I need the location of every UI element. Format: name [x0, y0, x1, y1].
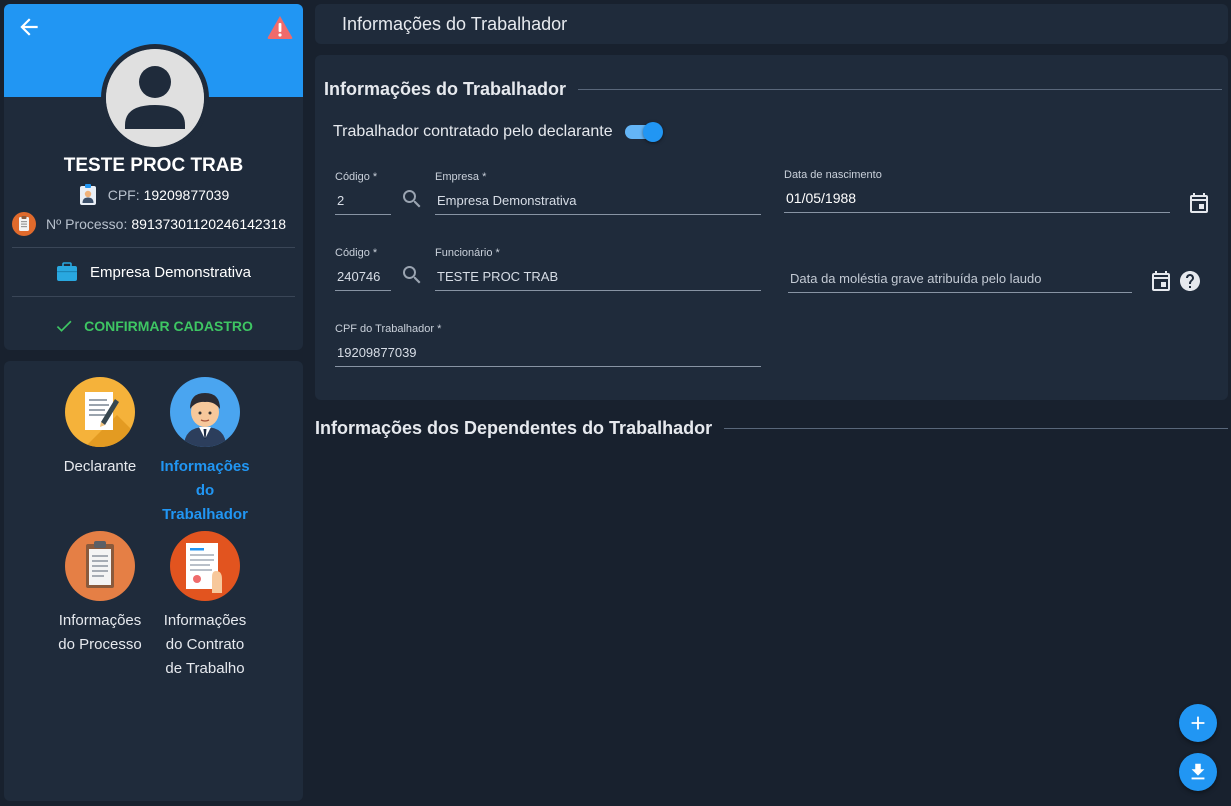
illness-date-picker-button[interactable] — [1149, 269, 1173, 293]
nav-label-processo-1: Informações — [58, 612, 142, 629]
clipboard-icon — [12, 212, 36, 236]
company-code-label: Código * — [335, 171, 378, 183]
company-search-button[interactable] — [400, 187, 424, 211]
nav-label-contrato-1: Informações — [163, 612, 247, 629]
download-icon — [1191, 763, 1205, 780]
help-button[interactable] — [1178, 269, 1202, 293]
process-icon — [65, 531, 135, 601]
download-button[interactable] — [1179, 753, 1217, 791]
cpf-label: CPF: — [107, 187, 140, 203]
employee-value: TESTE PROC TRAB — [437, 269, 559, 284]
hired-label: Trabalhador contratado pelo declarante — [333, 123, 613, 140]
worker-cpf-value: 19209877039 — [337, 345, 417, 360]
illness-date-field[interactable]: Data da moléstia grave atribuída pelo la… — [788, 265, 1132, 293]
worker-info-card: Informações do Trabalhador Trabalhador c… — [315, 55, 1228, 400]
employee-code-field[interactable]: Código * 240746 — [335, 247, 391, 291]
hired-toggle[interactable] — [624, 122, 663, 142]
birth-date-label: Data de nascimento — [784, 169, 882, 181]
company-code-value: 2 — [337, 193, 345, 208]
profile-process-row: Nº Processo: 89137301120246142318 — [4, 212, 303, 236]
company-field[interactable]: Empresa * Empresa Demonstrativa — [435, 171, 761, 215]
section-divider — [578, 89, 1222, 90]
confirm-registration-button[interactable]: CONFIRMAR CADASTRO — [4, 316, 303, 336]
birth-date-field[interactable]: Data de nascimento 01/05/1988 — [784, 169, 1170, 213]
birth-date-value: 01/05/1988 — [786, 190, 857, 206]
worker-cpf-field[interactable]: CPF do Trabalhador * 19209877039 — [335, 323, 761, 367]
employee-label: Funcionário * — [435, 247, 500, 259]
worker-icon — [170, 377, 240, 447]
employee-search-button[interactable] — [400, 263, 424, 287]
company-code-field[interactable]: Código * 2 — [335, 171, 391, 215]
company-name: Empresa Demonstrativa — [90, 263, 251, 281]
add-dependent-button[interactable] — [1179, 704, 1217, 742]
search-icon — [403, 190, 421, 208]
worker-cpf-label: CPF do Trabalhador * — [335, 323, 442, 335]
navigation-card: Declarante Informações do Trabalhador In… — [4, 361, 303, 801]
calendar-icon — [1152, 271, 1170, 291]
check-icon — [56, 320, 72, 332]
cpf-value: 19209877039 — [143, 187, 230, 203]
worker-section-title-text: Informações do Trabalhador — [324, 79, 567, 99]
arrow-left-icon — [20, 18, 38, 36]
nav-label-processo-2: do Processo — [58, 636, 142, 653]
nav-label-trabalhador-3: Trabalhador — [162, 506, 248, 523]
person-icon — [106, 49, 204, 147]
employee-code-value: 240746 — [337, 269, 381, 284]
profile-company-row: Empresa Demonstrativa — [4, 262, 303, 282]
birth-date-picker-button[interactable] — [1187, 191, 1211, 215]
profile-cpf-row: CPF: 19209877039 — [4, 184, 303, 206]
worker-section-title: Informações do Trabalhador — [324, 79, 1222, 100]
hired-toggle-row: Trabalhador contratado pelo declarante — [333, 122, 663, 142]
confirm-label: CONFIRMAR CADASTRO — [84, 318, 253, 334]
declarante-icon — [65, 377, 135, 447]
calendar-icon — [1190, 193, 1208, 213]
toggle-knob — [642, 122, 663, 142]
dependents-section-title: Informações dos Dependentes do Trabalhad… — [315, 418, 1228, 439]
nav-label-contrato-2: do Contrato — [165, 636, 245, 653]
nav-label-trabalhador-1: Informações — [160, 458, 250, 475]
nav-item-informacoes-trabalhador[interactable]: Informações do Trabalhador — [150, 377, 260, 527]
company-label: Empresa * — [435, 171, 487, 183]
employee-field[interactable]: Funcionário * TESTE PROC TRAB — [435, 247, 761, 291]
contract-icon — [170, 531, 240, 601]
dependents-section-title-text: Informações dos Dependentes do Trabalhad… — [315, 418, 713, 438]
illness-date-placeholder: Data da moléstia grave atribuída pelo la… — [790, 271, 1042, 286]
nav-item-informacoes-processo[interactable]: Informações do Processo — [45, 531, 155, 657]
alert-icon — [267, 16, 293, 39]
page-title: Informações do Trabalhador — [342, 14, 568, 34]
back-button[interactable] — [16, 14, 42, 40]
nav-label-contrato-3: de Trabalho — [165, 660, 245, 677]
nav-label-declarante: Declarante — [63, 458, 137, 475]
nav-label-trabalhador-2: do — [195, 482, 215, 499]
page-title-bar: Informações do Trabalhador — [315, 4, 1228, 44]
process-value: 89137301120246142318 — [131, 216, 287, 232]
nav-item-declarante[interactable]: Declarante — [45, 377, 155, 479]
avatar — [101, 44, 209, 152]
section-divider — [724, 428, 1228, 429]
help-icon — [1180, 271, 1200, 291]
profile-name: TESTE PROC TRAB — [63, 155, 244, 176]
profile-card: TESTE PROC TRAB CPF: 19209877039 Nº Proc… — [4, 4, 303, 350]
divider — [12, 247, 295, 248]
plus-icon — [1191, 716, 1205, 730]
search-icon — [403, 266, 421, 284]
process-label: Nº Processo: — [46, 216, 128, 232]
briefcase-icon — [57, 262, 78, 281]
company-value: Empresa Demonstrativa — [437, 193, 577, 208]
nav-item-informacoes-contrato[interactable]: Informações do Contrato de Trabalho — [150, 531, 260, 681]
employee-code-label: Código * — [335, 247, 378, 259]
id-badge-icon — [79, 184, 96, 205]
alert-button[interactable] — [266, 14, 294, 40]
divider — [12, 296, 295, 297]
